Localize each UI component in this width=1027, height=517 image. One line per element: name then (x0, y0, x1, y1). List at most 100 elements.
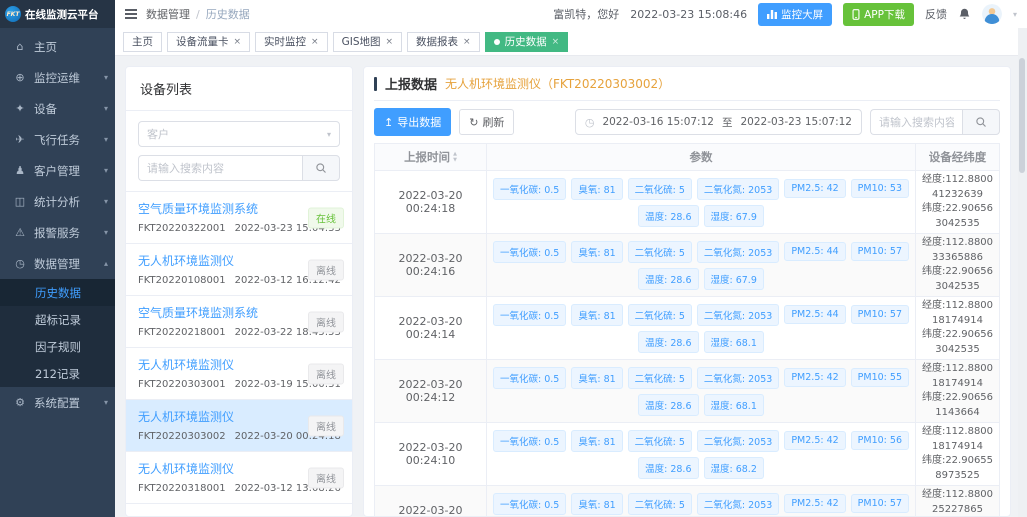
device-list-item[interactable]: 无人机环境监测仪 FKT20220318001 2022-03-12 13:08… (126, 452, 352, 504)
table-row: 2022-03-20 00:24:14 一氧化碳: 0.5臭氧: 81二氧化硫:… (375, 297, 1000, 360)
scrollbar-thumb[interactable] (1019, 58, 1025, 173)
params-cell: 一氧化碳: 0.5臭氧: 81二氧化硫: 5二氧化氮: 2053PM2.5: 4… (487, 360, 916, 423)
tab-close-icon[interactable]: × (234, 37, 242, 47)
app-root: FKT 在线监测云平台 ⌂ 主页 ⊕ 监控运维 ▾ ✦ 设备 ▾ ✈ 飞行任务 … (0, 0, 1027, 517)
sidebar-submenu-item[interactable]: 历史数据 (0, 279, 115, 306)
param-chip: 二氧化氮: 2053 (697, 304, 779, 326)
tab-close-icon[interactable]: × (311, 37, 319, 47)
sidebar-menu-item[interactable]: ◷ 数据管理 ▴ (0, 248, 115, 279)
longitude-value: 经度:112.880018174914 (919, 425, 996, 454)
report-table: 上报时间▲▼ 参数 设备经纬度 2022-03-20 00:24:18 一氧化碳… (374, 143, 1000, 517)
param-chip: 温度: 28.6 (638, 394, 698, 416)
sidebar-menu-item[interactable]: ⚙ 系统配置 ▾ (0, 387, 115, 418)
menu-item-label: 统计分析 (34, 194, 104, 210)
menu-item-label: 系统配置 (34, 395, 104, 411)
menu-item-label: 设备 (34, 101, 104, 117)
tab[interactable]: GIS地图 × (333, 32, 402, 52)
param-chip: PM10: 57 (851, 242, 909, 261)
bell-icon[interactable] (958, 7, 971, 21)
tab-label: 历史数据 (505, 34, 547, 49)
device-search-input[interactable] (138, 155, 302, 181)
device-search-button[interactable] (302, 155, 340, 181)
feedback-link[interactable]: 反馈 (925, 6, 947, 22)
date-start: 2022-03-16 15:07:12 (602, 116, 714, 128)
param-chip: 二氧化氮: 2053 (697, 430, 779, 452)
breadcrumb-item[interactable]: 数据管理 (146, 6, 190, 22)
device-list-item[interactable]: 无人机环境监测仪 FKT20220303002 2022-03-20 00:24… (126, 400, 352, 452)
sidebar-menu: ⌂ 主页 ⊕ 监控运维 ▾ ✦ 设备 ▾ ✈ 飞行任务 ▾ ♟ 客户管理 ▾ ◫… (0, 28, 115, 517)
sidebar-menu-item[interactable]: ♟ 客户管理 ▾ (0, 155, 115, 186)
sidebar-menu-item[interactable]: ⊕ 监控运维 ▾ (0, 62, 115, 93)
device-list-item[interactable]: 无人机环境监测仪 FKT20220108001 2022-03-12 16:12… (126, 244, 352, 296)
device-code: FKT20220218001 (138, 327, 226, 338)
tab-close-icon[interactable]: × (386, 37, 394, 47)
statistics-icon: ◫ (13, 195, 27, 208)
param-chip: 湿度: 68.2 (704, 457, 764, 479)
param-chip: PM2.5: 42 (784, 431, 845, 450)
tab[interactable]: 设备流量卡 × (167, 32, 250, 52)
refresh-label: 刷新 (482, 114, 504, 130)
device-panel-title: 设备列表 (126, 67, 352, 111)
sidebar-menu-item[interactable]: ⚠ 报警服务 ▾ (0, 217, 115, 248)
param-chip: 湿度: 67.9 (704, 205, 764, 227)
sidebar-submenu-item[interactable]: 212记录 (0, 360, 115, 387)
param-chip: 二氧化硫: 5 (628, 178, 692, 200)
device-list-item[interactable]: 无人机环境监测仪 FKT20220303001 2022-03-19 15:00… (126, 348, 352, 400)
device-panel-controls: 客户 ▾ (126, 111, 352, 191)
tab-label: 数据报表 (416, 34, 458, 49)
monitor-screen-button[interactable]: 监控大屏 (758, 3, 832, 26)
breadcrumb: 数据管理 / 历史数据 (146, 6, 250, 22)
menu-item-label: 飞行任务 (34, 132, 104, 148)
logo-text: FKT (7, 11, 20, 18)
device-list-panel: 设备列表 客户 ▾ 空气质量环境监测系统 FKT20220322001 (125, 66, 353, 517)
menu-item-label: 数据管理 (34, 256, 104, 272)
refresh-button[interactable]: ↻ 刷新 (459, 109, 514, 135)
datetime-range-picker[interactable]: ◷ 2022-03-16 15:07:12 至 2022-03-23 15:07… (575, 109, 862, 135)
report-search-button[interactable] (962, 109, 1000, 135)
param-chip: PM2.5: 44 (784, 242, 845, 261)
tab-label: 设备流量卡 (176, 34, 229, 49)
latitude-value: 纬度:22.906563042535 (919, 328, 996, 357)
device-list-item[interactable]: 空气质量环境监测系统 FKT20220218001 2022-03-22 18:… (126, 296, 352, 348)
menu-item-label: 主页 (34, 39, 108, 55)
main-column: 数据管理 / 历史数据 富凯特，您好 2022-03-23 15:08:46 监… (115, 0, 1027, 517)
sort-icon[interactable]: ▲▼ (453, 152, 457, 163)
params-cell: 一氧化碳: 0.5臭氧: 81二氧化硫: 5二氧化氮: 2053PM2.5: 4… (487, 297, 916, 360)
sidebar-menu-item[interactable]: ✈ 飞行任务 ▾ (0, 124, 115, 155)
tab[interactable]: 历史数据 × (485, 32, 569, 52)
report-title: 上报数据 (385, 74, 437, 93)
param-chip: 一氧化碳: 0.5 (493, 367, 566, 389)
column-header-time[interactable]: 上报时间▲▼ (375, 144, 487, 171)
app-download-button[interactable]: APP下载 (843, 3, 914, 26)
sidebar-submenu-item[interactable]: 因子规则 (0, 333, 115, 360)
tab-close-icon[interactable]: × (552, 37, 560, 47)
sidebar-submenu-item[interactable]: 超标记录 (0, 306, 115, 333)
export-data-button[interactable]: ↥ 导出数据 (374, 108, 451, 136)
menu-item-label: 监控运维 (34, 70, 104, 86)
tab[interactable]: 实时监控 × (255, 32, 328, 52)
breadcrumb-separator: / (196, 8, 200, 21)
device-list-item[interactable]: 空气质量环境监测系统 FKT20220322001 2022-03-23 15:… (126, 192, 352, 244)
sidebar-menu-item[interactable]: ⌂ 主页 (0, 31, 115, 62)
app-title: 在线监测云平台 (25, 7, 99, 22)
param-chip: 二氧化硫: 5 (628, 241, 692, 263)
tab-close-icon[interactable]: × (463, 37, 471, 47)
coords-cell: 经度:112.880025227865 纬度:22.906558 (916, 486, 1000, 517)
tab[interactable]: 主页 (123, 32, 162, 52)
param-chip: 湿度: 68.1 (704, 331, 764, 353)
chevron-down-icon[interactable]: ▾ (1013, 10, 1017, 19)
param-chip: 臭氧: 81 (571, 367, 622, 389)
sidebar-menu-item[interactable]: ✦ 设备 ▾ (0, 93, 115, 124)
sidebar-toggle-icon[interactable] (125, 7, 137, 21)
data-management-icon: ◷ (13, 257, 27, 270)
tab[interactable]: 数据报表 × (407, 32, 480, 52)
sidebar-menu-item[interactable]: ◫ 统计分析 ▾ (0, 186, 115, 217)
report-search-input[interactable] (870, 109, 962, 135)
param-chip: 一氧化碳: 0.5 (493, 430, 566, 452)
customer-select[interactable]: 客户 ▾ (138, 121, 340, 147)
monitor-screen-label: 监控大屏 (781, 7, 823, 22)
param-chip: 二氧化氮: 2053 (697, 493, 779, 515)
table-header-row: 上报时间▲▼ 参数 设备经纬度 (375, 144, 1000, 171)
avatar[interactable] (982, 4, 1002, 24)
tab-bar: 主页 设备流量卡 × 实时监控 × GIS地图 × 数据报表 × 历史数据 × (115, 28, 1027, 56)
